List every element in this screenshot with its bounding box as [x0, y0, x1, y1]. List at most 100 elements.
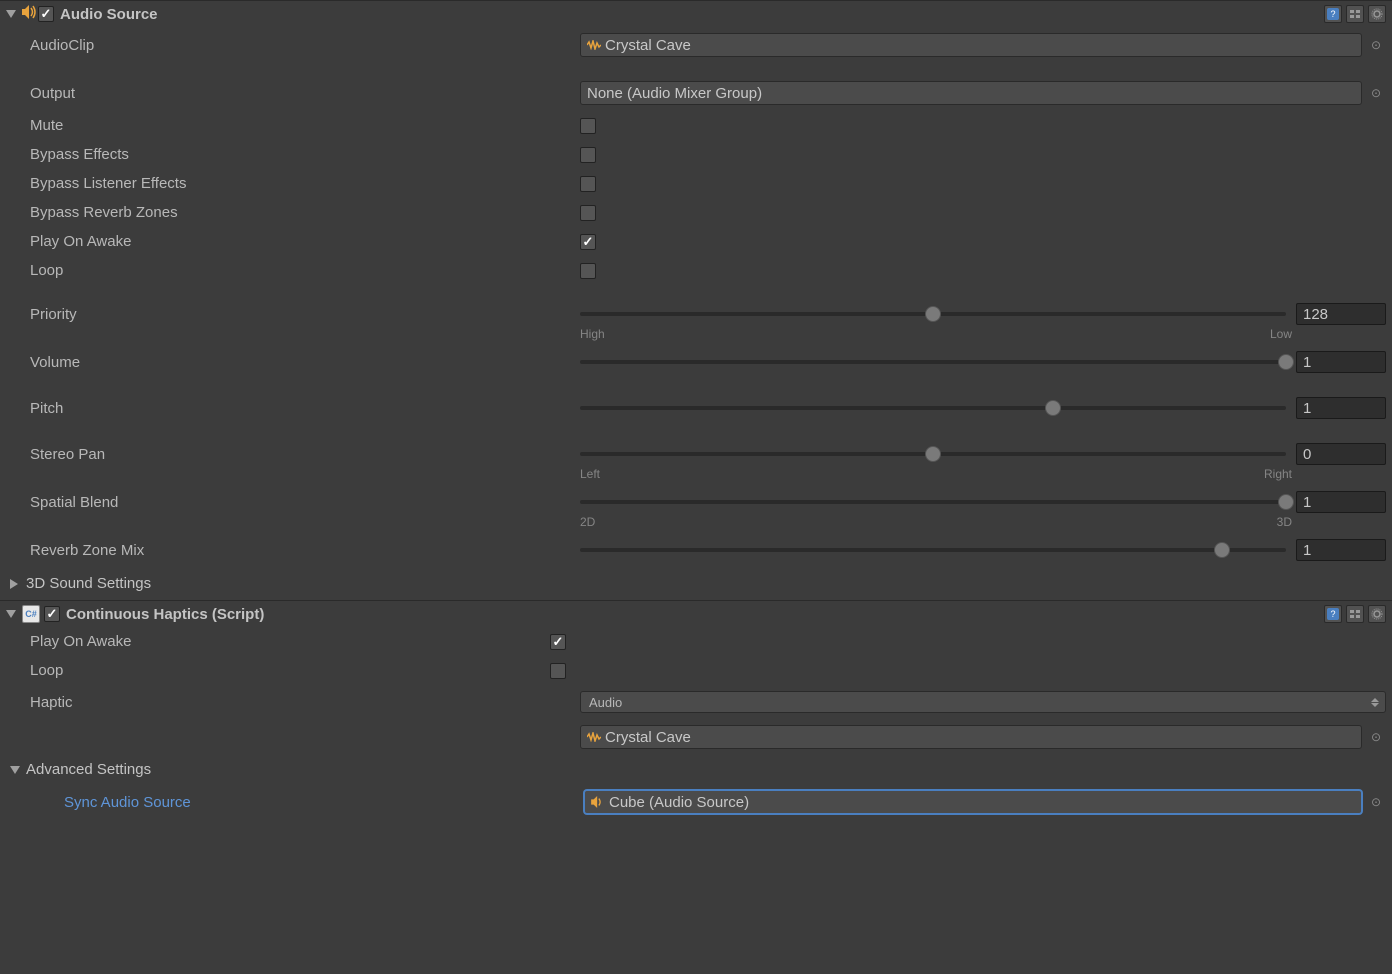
advanced-settings-row[interactable]: Advanced Settings: [0, 755, 1392, 784]
bypass-listener-checkbox[interactable]: [580, 176, 596, 192]
bypass-reverb-row: Bypass Reverb Zones: [0, 198, 1392, 227]
sound-settings-row[interactable]: 3D Sound Settings: [0, 567, 1392, 600]
haptics-component: C# Continuous Haptics (Script) ? Play On…: [0, 600, 1392, 820]
script-icon: C#: [22, 605, 40, 623]
haptic-dropdown[interactable]: Audio: [580, 691, 1386, 713]
pitch-row: Pitch 1: [0, 391, 1392, 425]
play-on-awake-checkbox[interactable]: [580, 234, 596, 250]
foldout-toggle[interactable]: [6, 10, 16, 18]
preset-icon[interactable]: [1346, 5, 1364, 23]
sync-audio-value: Cube (Audio Source): [609, 794, 749, 811]
foldout-toggle[interactable]: [10, 579, 18, 589]
spatial-right-label: 3D: [1277, 515, 1292, 529]
slider-thumb[interactable]: [1278, 354, 1294, 370]
haptic-row: Haptic Audio: [0, 685, 1392, 719]
component-header[interactable]: C# Continuous Haptics (Script) ?: [0, 601, 1392, 627]
pitch-slider[interactable]: [580, 406, 1286, 410]
component-header[interactable]: Audio Source ?: [0, 1, 1392, 27]
priority-row: Priority 128: [0, 297, 1392, 331]
gear-icon[interactable]: [1368, 5, 1386, 23]
loop-row: Loop: [0, 256, 1392, 285]
reverb-mix-value[interactable]: 1: [1296, 539, 1386, 561]
bypass-reverb-checkbox[interactable]: [580, 205, 596, 221]
sound-settings-label: 3D Sound Settings: [26, 575, 151, 592]
bypass-effects-checkbox[interactable]: [580, 147, 596, 163]
volume-slider[interactable]: [580, 360, 1286, 364]
bypass-effects-row: Bypass Effects: [0, 140, 1392, 169]
haptic-play-awake-row: Play On Awake: [0, 627, 1392, 656]
priority-label: Priority: [30, 306, 580, 323]
stereo-right-label: Right: [1264, 467, 1292, 481]
haptic-loop-checkbox[interactable]: [550, 663, 566, 679]
haptic-loop-row: Loop: [0, 656, 1392, 685]
gear-icon[interactable]: [1368, 605, 1386, 623]
output-value: None (Audio Mixer Group): [587, 85, 762, 102]
priority-right-label: Low: [1270, 327, 1292, 341]
speaker-icon: [591, 796, 605, 808]
stereo-pan-value[interactable]: 0: [1296, 443, 1386, 465]
object-picker-icon[interactable]: [1366, 86, 1386, 100]
svg-text:?: ?: [1330, 9, 1335, 19]
stereo-pan-row: Stereo Pan 0: [0, 437, 1392, 471]
reverb-mix-label: Reverb Zone Mix: [30, 542, 580, 559]
haptic-play-awake-checkbox[interactable]: [550, 634, 566, 650]
haptic-clip-field[interactable]: Crystal Cave: [580, 725, 1362, 749]
haptic-clip-value: Crystal Cave: [605, 729, 691, 746]
foldout-toggle[interactable]: [6, 610, 16, 618]
stereo-pan-slider[interactable]: [580, 452, 1286, 456]
component-enabled-checkbox[interactable]: [38, 6, 54, 22]
mute-checkbox[interactable]: [580, 118, 596, 134]
volume-row: Volume 1: [0, 345, 1392, 379]
play-on-awake-label: Play On Awake: [30, 233, 580, 250]
spatial-blend-slider[interactable]: [580, 500, 1286, 504]
priority-slider[interactable]: [580, 312, 1286, 316]
play-on-awake-row: Play On Awake: [0, 227, 1392, 256]
component-title: Continuous Haptics (Script): [66, 606, 1324, 623]
spatial-left-label: 2D: [580, 515, 595, 529]
output-label: Output: [30, 85, 580, 102]
spatial-sublabels: 2D 3D: [0, 515, 1392, 533]
bypass-listener-row: Bypass Listener Effects: [0, 169, 1392, 198]
object-picker-icon[interactable]: [1366, 795, 1386, 809]
priority-value[interactable]: 128: [1296, 303, 1386, 325]
pitch-value[interactable]: 1: [1296, 397, 1386, 419]
speaker-icon: [22, 5, 38, 23]
pitch-label: Pitch: [30, 400, 580, 417]
component-title: Audio Source: [60, 6, 1324, 23]
sync-audio-field[interactable]: Cube (Audio Source): [584, 790, 1362, 814]
foldout-toggle[interactable]: [10, 766, 20, 774]
output-field[interactable]: None (Audio Mixer Group): [580, 81, 1362, 105]
slider-thumb[interactable]: [925, 446, 941, 462]
slider-thumb[interactable]: [1278, 494, 1294, 510]
haptic-value: Audio: [589, 695, 622, 710]
loop-checkbox[interactable]: [580, 263, 596, 279]
loop-label: Loop: [30, 262, 580, 279]
bypass-reverb-label: Bypass Reverb Zones: [30, 204, 580, 221]
haptic-clip-row: Crystal Cave: [0, 719, 1392, 755]
audio-source-component: Audio Source ? AudioClip Crystal Cave Ou…: [0, 0, 1392, 600]
audioclip-label: AudioClip: [30, 37, 580, 54]
audioclip-icon: [587, 730, 601, 744]
sync-audio-label: Sync Audio Source: [10, 794, 584, 811]
haptic-label: Haptic: [30, 694, 580, 711]
object-picker-icon[interactable]: [1366, 730, 1386, 744]
audioclip-field[interactable]: Crystal Cave: [580, 33, 1362, 57]
help-icon[interactable]: ?: [1324, 605, 1342, 623]
priority-sublabels: High Low: [0, 327, 1392, 345]
sync-audio-row: Sync Audio Source Cube (Audio Source): [0, 784, 1392, 820]
slider-thumb[interactable]: [1214, 542, 1230, 558]
component-enabled-checkbox[interactable]: [44, 606, 60, 622]
help-icon[interactable]: ?: [1324, 5, 1342, 23]
output-row: Output None (Audio Mixer Group): [0, 75, 1392, 111]
bypass-listener-label: Bypass Listener Effects: [30, 175, 580, 192]
object-picker-icon[interactable]: [1366, 38, 1386, 52]
spatial-blend-value[interactable]: 1: [1296, 491, 1386, 513]
reverb-mix-slider[interactable]: [580, 548, 1286, 552]
audioclip-row: AudioClip Crystal Cave: [0, 27, 1392, 63]
volume-value[interactable]: 1: [1296, 351, 1386, 373]
slider-thumb[interactable]: [925, 306, 941, 322]
preset-icon[interactable]: [1346, 605, 1364, 623]
bypass-effects-label: Bypass Effects: [30, 146, 580, 163]
slider-thumb[interactable]: [1045, 400, 1061, 416]
haptic-loop-label: Loop: [30, 662, 550, 679]
